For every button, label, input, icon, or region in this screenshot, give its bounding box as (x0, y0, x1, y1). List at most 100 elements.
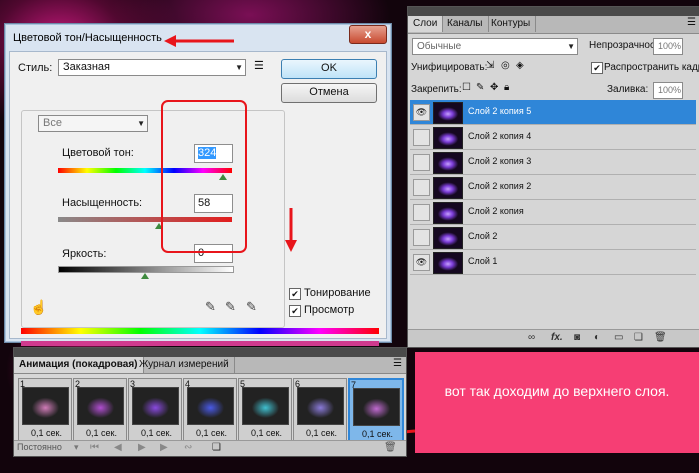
panel-titlebar (408, 7, 699, 16)
layer-name: Слой 2 копия (468, 206, 524, 216)
group-icon[interactable]: ▭ (614, 332, 623, 343)
checkbox-arrow-head (285, 240, 297, 252)
animation-frame[interactable]: 5 0,1 сек. (238, 378, 292, 445)
loop-select[interactable]: Постоянно (17, 442, 62, 452)
propagate-checkbox[interactable]: ✔ (591, 62, 603, 74)
blend-mode-value: Обычные (417, 41, 462, 52)
frame-thumbnail (22, 387, 69, 425)
tab-measurement-log[interactable]: Журнал измерений (134, 357, 235, 373)
lock-all-icon[interactable]: 🔒︎ (504, 82, 509, 93)
values-highlight-box (161, 100, 247, 253)
play-icon[interactable]: ▶ (138, 442, 146, 453)
animation-tabs: Анимация (покадровая) Журнал измерений ☰ (14, 357, 406, 374)
visibility-toggle[interactable] (413, 129, 430, 146)
layer-name: Слой 1 (468, 256, 498, 266)
layer-thumbnail (433, 102, 463, 124)
layer-thumbnail (433, 177, 463, 199)
tab-layers[interactable]: Слои (408, 16, 444, 32)
prev-frame-icon[interactable]: ◀ (114, 442, 122, 453)
unify-label: Унифицировать: (411, 62, 488, 73)
layer-name: Слой 2 копия 2 (468, 181, 532, 191)
frame-thumbnail (297, 387, 344, 425)
frame-thumbnail (77, 387, 124, 425)
adjustment-icon[interactable]: ◐ (594, 332, 600, 343)
layer-thumbnail (433, 252, 463, 274)
layer-thumbnail (433, 227, 463, 249)
fill-label: Заливка: (607, 84, 649, 95)
frame-delay[interactable]: 0,1 сек. (306, 428, 337, 438)
visibility-toggle[interactable] (413, 154, 430, 171)
unify-style-icon[interactable]: ◈ (516, 60, 524, 71)
lock-pixels-icon[interactable]: ✎ (476, 82, 484, 93)
frame-delay[interactable]: 0,1 сек. (196, 428, 227, 438)
visibility-toggle[interactable] (413, 229, 430, 246)
opacity-input[interactable]: 100% (653, 38, 683, 55)
tab-channels[interactable]: Каналы (442, 16, 489, 32)
layers-footer: ∞ fx. ◙ ◐ ▭ ❏ 🗑︎ (408, 329, 699, 347)
frame-thumbnail (353, 388, 400, 426)
chevron-down-icon: ▼ (567, 42, 575, 51)
layer-name: Слой 2 копия 3 (468, 156, 532, 166)
frame-delay[interactable]: 0,1 сек. (141, 428, 172, 438)
layer-row[interactable]: Слой 2 копия 4 (410, 125, 696, 150)
layer-row[interactable]: Слой 2 копия 2 (410, 175, 696, 200)
layer-row[interactable]: Слой 2 копия 3 (410, 150, 696, 175)
animation-frame[interactable]: 4 0,1 сек. (183, 378, 237, 445)
duplicate-frame-icon[interactable]: ❏ (212, 442, 221, 453)
animation-frame[interactable]: 3 0,1 сек. (128, 378, 182, 445)
first-frame-icon[interactable]: ⏮ (90, 442, 99, 453)
layer-name: Слой 2 копия 4 (468, 131, 532, 141)
layer-row[interactable]: Слой 2 копия (410, 200, 696, 225)
animation-frame[interactable]: 1 0,1 сек. (18, 378, 72, 445)
tab-paths[interactable]: Контуры (486, 16, 537, 32)
panel-menu-icon[interactable]: ☰ (687, 17, 696, 28)
layer-row[interactable]: 👁︎ Слой 2 копия 5 (410, 100, 696, 125)
animation-titlebar (14, 348, 406, 357)
fill-input[interactable]: 100% (653, 82, 683, 99)
animation-frame[interactable]: 6 0,1 сек. (293, 378, 347, 445)
tab-animation[interactable]: Анимация (покадровая) (14, 357, 144, 373)
animation-frame[interactable]: 7 0,1 сек. (348, 378, 404, 447)
frame-delay[interactable]: 0,1 сек. (362, 429, 393, 439)
annotation-text: вот так доходим до верхнего слоя. (444, 383, 670, 399)
layer-name: Слой 2 (468, 231, 498, 241)
blend-mode-select[interactable]: Обычные ▼ (412, 38, 578, 55)
frame-delay[interactable]: 0,1 сек. (86, 428, 117, 438)
lock-label: Закрепить: (411, 84, 462, 95)
lock-transparency-icon[interactable]: ☐ (462, 82, 471, 93)
animation-panel: Анимация (покадровая) Журнал измерений ☰… (13, 347, 407, 457)
annotation-note: вот так доходим до верхнего слоя. (415, 352, 699, 453)
panel-menu-icon[interactable]: ☰ (393, 358, 402, 369)
fx-icon[interactable]: fx. (551, 332, 563, 343)
tween-icon[interactable]: ∾ (184, 442, 192, 453)
unify-visibility-icon[interactable]: ◎ (501, 60, 510, 71)
next-frame-icon[interactable]: ▶ (160, 442, 168, 453)
unify-position-icon[interactable]: ⇲ (486, 60, 494, 71)
frame-delay[interactable]: 0,1 сек. (31, 428, 62, 438)
layer-row[interactable]: 👁︎ Слой 1 (410, 250, 696, 275)
frame-delay[interactable]: 0,1 сек. (251, 428, 282, 438)
chevron-down-icon[interactable]: ▾ (74, 442, 79, 453)
visibility-toggle[interactable] (413, 179, 430, 196)
mask-icon[interactable]: ◙ (574, 332, 580, 343)
layer-thumbnail (433, 202, 463, 224)
layer-name: Слой 2 копия 5 (468, 106, 532, 116)
eye-icon: 👁︎ (415, 257, 428, 267)
propagate-label: Распространить кадр 1 (604, 62, 699, 73)
visibility-toggle[interactable]: 👁︎ (413, 254, 430, 271)
trash-icon[interactable]: 🗑︎ (654, 332, 667, 343)
layer-list: 👁︎ Слой 2 копия 5 Слой 2 копия 4 Слой 2 коп… (408, 100, 699, 278)
layers-tabs: Слои Каналы Контуры ☰ (408, 16, 699, 34)
delete-frame-icon[interactable]: 🗑︎ (384, 442, 397, 453)
animation-controls: Постоянно ▾ ⏮ ◀ ▶ ▶ ∾ ❏ 🗑︎ (14, 440, 406, 456)
visibility-toggle[interactable] (413, 204, 430, 221)
layer-row[interactable]: Слой 2 (410, 225, 696, 250)
link-icon[interactable]: ∞ (528, 332, 535, 343)
title-arrow-head (164, 35, 176, 47)
lock-position-icon[interactable]: ✥ (490, 82, 498, 93)
animation-frame[interactable]: 2 0,1 сек. (73, 378, 127, 445)
visibility-toggle[interactable]: 👁︎ (413, 104, 430, 121)
frame-thumbnail (132, 387, 179, 425)
new-layer-icon[interactable]: ❏ (634, 332, 643, 343)
frame-thumbnail (187, 387, 234, 425)
